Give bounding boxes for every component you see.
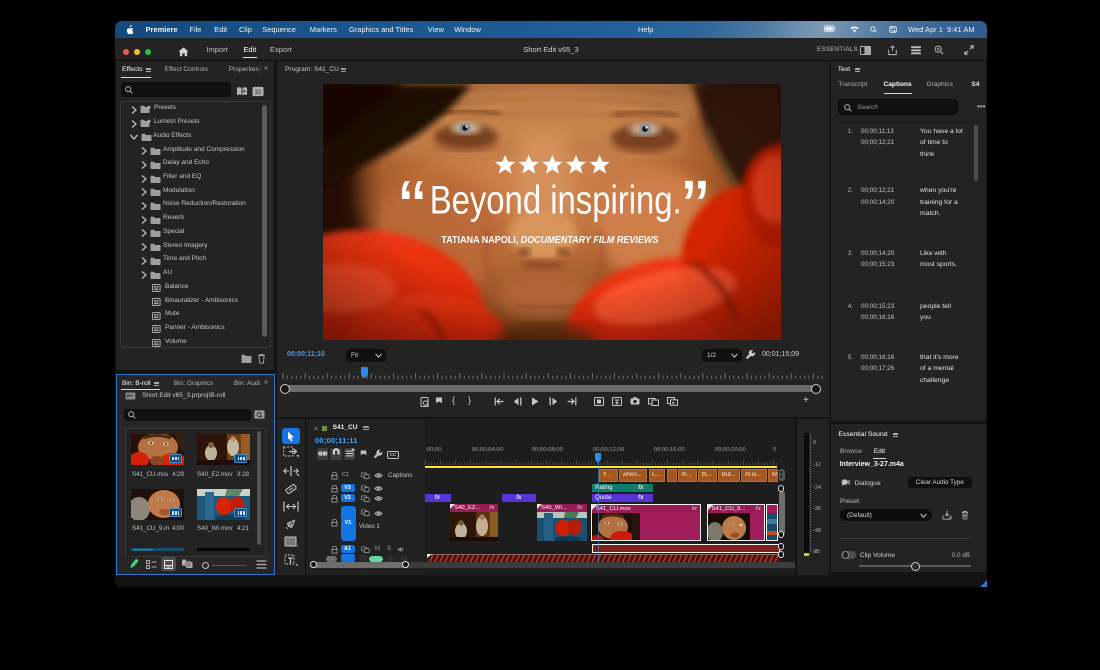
svg-text:“: “ (399, 164, 426, 253)
svg-text:”: ” (682, 164, 709, 253)
svg-text:Beyond inspiring.: Beyond inspiring. (430, 178, 682, 222)
svg-text:TATIANA NAPOLI, DOCUMENTARY FI: TATIANA NAPOLI, DOCUMENTARY FILM REVIEWS (441, 235, 658, 246)
svg-text:32: 32 (255, 90, 262, 96)
